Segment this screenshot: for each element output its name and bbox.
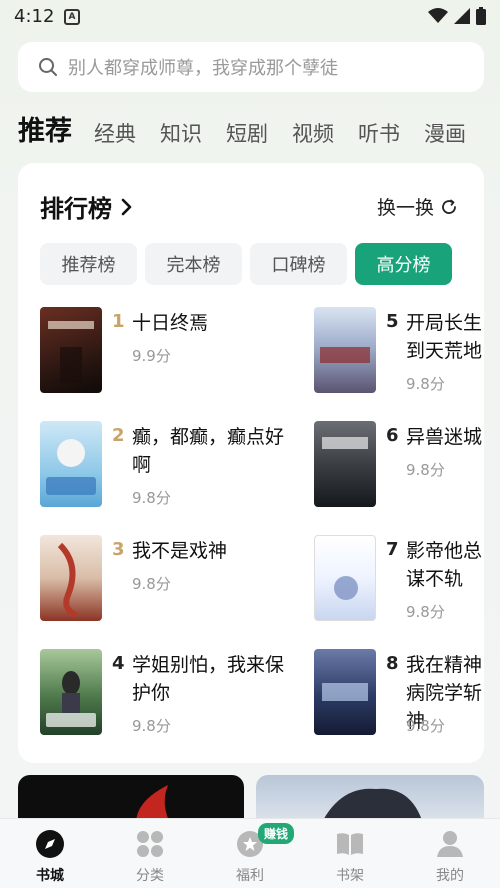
book-cover [40, 649, 102, 735]
rank-number: 5 [386, 311, 399, 332]
category-tabs: 推荐 经典 知识 短剧 视频 听书 漫画 [18, 108, 490, 152]
status-icons [428, 7, 486, 25]
rank-number: 3 [112, 539, 125, 560]
refresh-icon [442, 199, 456, 214]
ranking-tab-recommend[interactable]: 推荐榜 [40, 243, 137, 285]
book-cover [314, 307, 376, 393]
nav-category[interactable]: 分类 [100, 819, 200, 888]
book-item[interactable]: 8 我在精神病院学斩神 9.8分 [314, 649, 484, 739]
signal-icon [454, 8, 470, 24]
tab-classic[interactable]: 经典 [94, 118, 136, 152]
earn-badge: 赚钱 [258, 823, 295, 844]
book-score: 9.8分 [132, 575, 171, 593]
book-score: 9.9分 [132, 347, 171, 365]
book-title: 癫，都癫，癫点好啊 [132, 426, 285, 476]
book-cover [40, 535, 102, 621]
battery-icon [476, 7, 486, 25]
chevron-right-icon [121, 198, 132, 215]
rank-number: 4 [112, 653, 125, 674]
book-score: 9.8分 [406, 461, 445, 479]
ranking-header[interactable]: 排行榜 [40, 189, 134, 224]
book-score: 9.8分 [406, 603, 445, 621]
book-score: 9.8分 [406, 375, 445, 393]
book-item[interactable]: 6 异兽迷城 9.8分 [314, 421, 484, 511]
book-cover [314, 649, 376, 735]
nav-bookstore[interactable]: 书城 [0, 819, 100, 888]
grid-icon [135, 829, 165, 859]
rank-number: 8 [386, 653, 399, 674]
book-cover [40, 307, 102, 393]
tab-short-drama[interactable]: 短剧 [226, 118, 268, 152]
book-title: 异兽迷城 [406, 426, 483, 448]
ranking-title: 排行榜 [40, 195, 112, 223]
rank-number: 2 [112, 425, 125, 446]
bottom-nav: 书城 分类 赚钱 福利 书架 我的 [0, 818, 500, 888]
nav-label: 福利 [236, 868, 264, 884]
book-item[interactable]: 4 学姐别怕，我来保护你 9.8分 [40, 649, 340, 739]
profile-icon [435, 829, 465, 859]
bookshelf-icon [335, 829, 365, 859]
compass-icon [35, 829, 65, 859]
tab-comic[interactable]: 漫画 [424, 118, 466, 152]
rank-number: 1 [112, 311, 125, 332]
tab-knowledge[interactable]: 知识 [160, 118, 202, 152]
book-title: 影帝他总谋不轨 [406, 540, 483, 590]
book-item[interactable]: 5 开局长生到天荒地 9.8分 [314, 307, 484, 397]
book-cover [314, 535, 376, 621]
book-title: 学姐别怕，我来保护你 [132, 654, 285, 704]
nav-profile[interactable]: 我的 [400, 819, 500, 888]
rank-number: 7 [386, 539, 399, 560]
status-bar: 4:12 A [0, 0, 500, 34]
ranking-tab-reputation[interactable]: 口碑榜 [250, 243, 347, 285]
search-bar[interactable]: 别人都穿成师尊，我穿成那个孽徒 [18, 42, 484, 92]
ranking-tab-high-score[interactable]: 高分榜 [355, 243, 452, 285]
ranking-tabs: 推荐榜 完本榜 口碑榜 高分榜 [40, 243, 452, 285]
book-cover [40, 421, 102, 507]
refresh-label: 换一换 [376, 197, 434, 219]
book-score: 9.8分 [132, 717, 171, 735]
tab-video[interactable]: 视频 [292, 118, 334, 152]
search-placeholder: 别人都穿成师尊，我穿成那个孽徒 [68, 58, 338, 79]
nav-label: 书城 [36, 868, 64, 884]
ranking-card: 排行榜 换一换 推荐榜 完本榜 口碑榜 高分榜 1 十日终焉 9.9分 2 癫，… [18, 163, 484, 763]
book-title: 我不是戏神 [132, 540, 228, 562]
nav-bookshelf[interactable]: 书架 [300, 819, 400, 888]
rank-number: 6 [386, 425, 399, 446]
search-icon [39, 58, 57, 76]
tab-recommend[interactable]: 推荐 [18, 109, 72, 152]
book-title: 开局长生到天荒地 [406, 312, 483, 362]
nav-label: 我的 [436, 868, 464, 884]
book-cover [314, 421, 376, 507]
book-score: 9.8分 [132, 489, 171, 507]
tab-audiobook[interactable]: 听书 [358, 118, 400, 152]
status-time: 4:12 [14, 6, 55, 27]
book-item[interactable]: 7 影帝他总谋不轨 9.8分 [314, 535, 484, 625]
refresh-button[interactable]: 换一换 [377, 193, 458, 220]
book-item[interactable]: 1 十日终焉 9.9分 [40, 307, 340, 397]
notification-icon: A [64, 9, 80, 25]
book-title: 十日终焉 [132, 312, 209, 334]
nav-label: 书架 [336, 868, 364, 884]
nav-welfare[interactable]: 赚钱 福利 [200, 819, 300, 888]
nav-label: 分类 [136, 868, 164, 884]
book-item[interactable]: 3 我不是戏神 9.8分 [40, 535, 340, 625]
ranking-tab-completed[interactable]: 完本榜 [145, 243, 242, 285]
book-item[interactable]: 2 癫，都癫，癫点好啊 9.8分 [40, 421, 340, 511]
book-score: 9.8分 [406, 717, 445, 735]
wifi-icon [428, 8, 448, 23]
